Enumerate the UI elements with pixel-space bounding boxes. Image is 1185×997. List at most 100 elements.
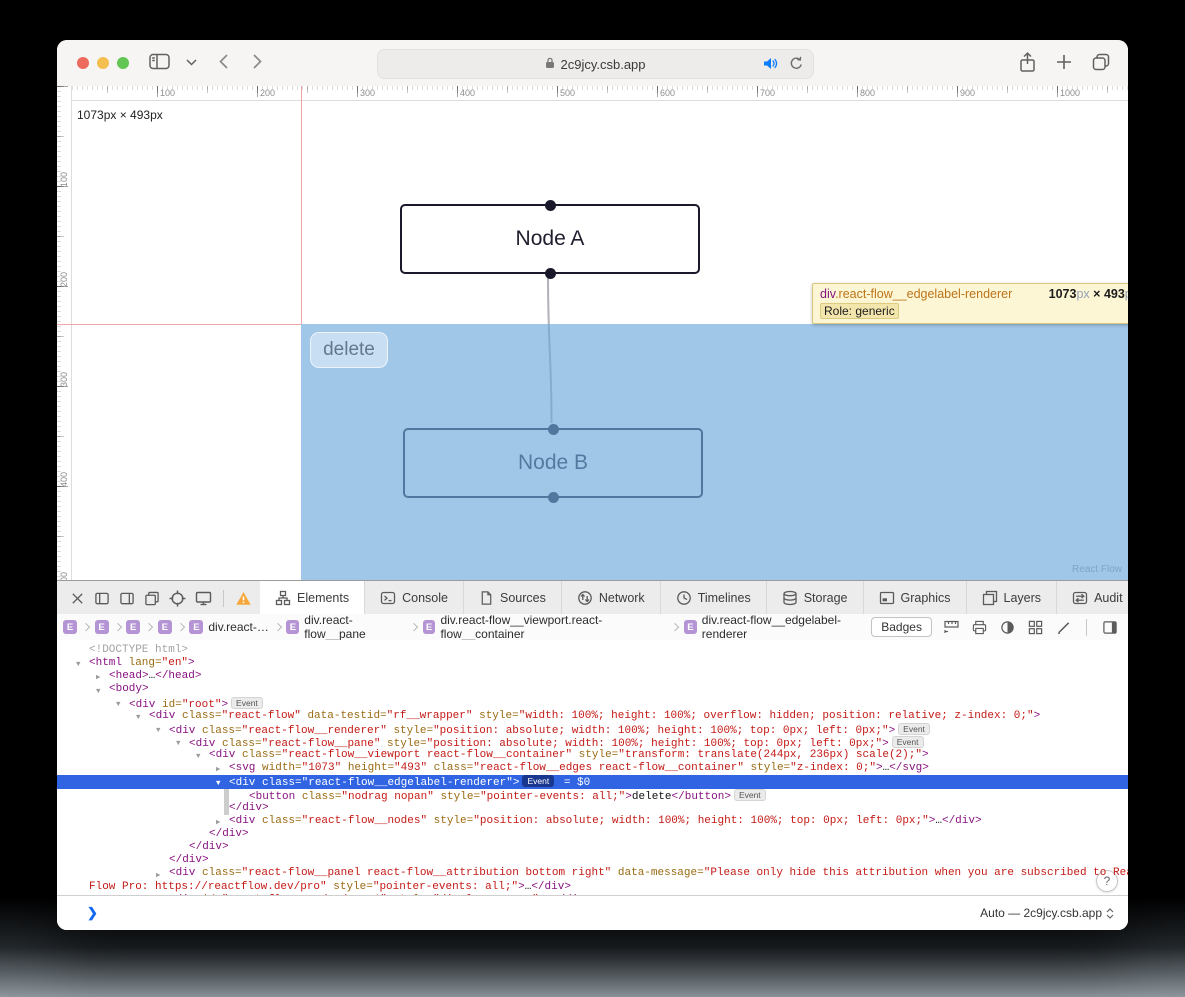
dom-tree-row[interactable]: ▼<div id="root">Event	[57, 697, 1128, 710]
element-picker-icon[interactable]	[169, 590, 186, 607]
reload-icon[interactable]	[789, 56, 804, 74]
breadcrumb-label: div.react-flow__viewport.react-flow__con…	[440, 613, 666, 641]
delete-edge-button[interactable]: delete	[310, 332, 388, 368]
breadcrumb-item[interactable]: E	[63, 620, 77, 634]
dom-tree-row[interactable]: </div>	[57, 828, 1128, 841]
code-segment: style=	[744, 762, 790, 774]
code-segment: >	[1034, 710, 1041, 722]
grid-icon[interactable]	[1028, 620, 1043, 635]
dom-tree-row[interactable]: ▼<div class="react-flow__pane" style="po…	[57, 736, 1128, 749]
breadcrumb-item[interactable]: Ediv.react-flow__edgelabel-renderer	[684, 613, 871, 641]
share-icon[interactable]	[1019, 52, 1036, 73]
tab-console[interactable]: Console	[365, 581, 464, 615]
audio-playing-icon[interactable]	[763, 57, 779, 73]
tab-graphics[interactable]: Graphics	[864, 581, 967, 615]
dock-bottom-icon[interactable]	[119, 591, 135, 606]
code-segment: <div	[169, 867, 202, 879]
tab-storage[interactable]: Storage	[767, 581, 864, 615]
tooltip-unit: px	[1076, 287, 1089, 301]
separate-window-icon[interactable]	[144, 591, 160, 606]
dom-tree-row[interactable]: ▼<div class="react-flow__renderer" style…	[57, 723, 1128, 736]
breadcrumb-label: div.react-flow__pane	[304, 613, 405, 641]
breadcrumb-item[interactable]: Ediv.react-flow__pane	[286, 613, 405, 641]
dom-tree-row[interactable]: </div>	[57, 802, 1128, 815]
code-segment: class=	[182, 710, 222, 722]
tab-sources[interactable]: Sources	[464, 581, 562, 615]
dom-tree-row[interactable]: ▼<html lang="en">	[57, 657, 1128, 670]
code-segment: data-testid=	[301, 710, 387, 722]
back-button[interactable]	[219, 54, 228, 69]
ruler-label: 1000	[1060, 88, 1080, 98]
ruler-label: 200	[260, 88, 275, 98]
contrast-icon[interactable]	[1000, 620, 1015, 635]
tooltip-tag: div	[820, 287, 835, 301]
code-segment: class=	[427, 762, 473, 774]
breadcrumb-item[interactable]: E	[158, 620, 172, 634]
tab-elements[interactable]: Elements	[260, 581, 365, 615]
node-a-source-handle[interactable]	[545, 268, 556, 279]
address-bar[interactable]: 2c9jcy.csb.app	[377, 49, 814, 79]
minimize-window-button[interactable]	[97, 57, 109, 69]
dom-tree-row[interactable]: ▶<head>…</head>	[57, 670, 1128, 683]
code-segment: "position: absolute; width: 100%; height…	[473, 815, 928, 827]
dom-tree-row[interactable]: ▶<svg width="1073" height="493" class="r…	[57, 762, 1128, 775]
code-segment: "react-flow"	[222, 710, 301, 722]
sidebar-toggle-icon[interactable]	[149, 53, 170, 70]
timelines-icon	[676, 590, 692, 606]
warning-icon[interactable]	[235, 591, 252, 606]
dom-tree-row[interactable]: ▶<div class="react-flow__panel react-flo…	[57, 867, 1128, 880]
flow-node-a[interactable]: Node A	[400, 204, 700, 274]
code-segment: Flow Pro: https://reactflow.dev/pro"	[89, 881, 327, 893]
dom-tree-row[interactable]: <!DOCTYPE html>	[57, 644, 1128, 657]
dom-tree-row[interactable]: <button class="nodrag nopan" style="poin…	[57, 789, 1128, 802]
forward-button[interactable]	[253, 54, 262, 69]
node-a-target-handle[interactable]	[545, 200, 556, 211]
console-icon	[380, 590, 396, 606]
dom-tree-row[interactable]: </div>	[57, 854, 1128, 867]
device-settings-icon[interactable]	[195, 590, 212, 606]
dom-tree-row[interactable]: ▼<div class="react-flow__edgelabel-rende…	[57, 775, 1128, 788]
element-badge: E	[126, 620, 140, 634]
rulers-icon[interactable]	[944, 620, 959, 634]
dom-tree-row[interactable]: ▶<div class="react-flow__nodes" style="p…	[57, 815, 1128, 828]
details-sidebar-toggle-icon[interactable]	[1102, 620, 1118, 635]
dom-tree-row[interactable]: ▼<body>	[57, 683, 1128, 696]
console-prompt-icon[interactable]: ❯	[87, 905, 98, 921]
edit-icon[interactable]	[1056, 620, 1071, 635]
ruler-label: 400	[59, 465, 69, 487]
code-segment: >	[922, 749, 929, 761]
close-inspector-icon[interactable]	[70, 591, 85, 606]
tab-layers[interactable]: Layers	[967, 581, 1058, 615]
tab-network[interactable]: Network	[562, 581, 661, 615]
new-tab-icon[interactable]	[1056, 54, 1072, 70]
layers-icon	[982, 590, 998, 606]
chevron-right-icon	[410, 623, 418, 631]
code-segment: </head>	[155, 670, 201, 682]
node-a-label: Node A	[516, 227, 585, 251]
tab-audit[interactable]: Audit	[1057, 581, 1128, 615]
print-icon[interactable]	[972, 620, 987, 635]
code-segment: lang=	[129, 657, 162, 669]
badges-button[interactable]: Badges	[871, 617, 932, 637]
dock-side-icon[interactable]	[94, 591, 110, 606]
code-segment: <svg	[229, 762, 262, 774]
execution-context-label: Auto — 2c9jcy.csb.app	[980, 906, 1102, 920]
inspector-guide-vertical	[301, 86, 302, 324]
breadcrumb-item[interactable]: E	[126, 620, 140, 634]
dom-tree-row[interactable]: ▼<div class="react-flow__viewport react-…	[57, 749, 1128, 762]
dom-tree-row[interactable]: Flow Pro: https://reactflow.dev/pro" sty…	[57, 881, 1128, 894]
execution-context-select[interactable]: Auto — 2c9jcy.csb.app	[980, 906, 1114, 920]
graphics-icon	[879, 590, 895, 606]
zoom-window-button[interactable]	[117, 57, 129, 69]
breadcrumb-item[interactable]: Ediv.react-flow__viewport.react-flow__co…	[423, 613, 667, 641]
tab-timelines[interactable]: Timelines	[661, 581, 767, 615]
sources-icon	[479, 590, 494, 606]
close-window-button[interactable]	[77, 57, 89, 69]
breadcrumb-item[interactable]: E	[95, 620, 109, 634]
breadcrumb-item[interactable]: Ediv.react-…	[189, 620, 268, 634]
ruler-label: 800	[860, 88, 875, 98]
dom-tree-row[interactable]: </div>	[57, 841, 1128, 854]
dom-tree-row[interactable]: ▼<div class="react-flow" data-testid="rf…	[57, 710, 1128, 723]
tab-overview-icon[interactable]	[1092, 53, 1110, 71]
chevron-down-icon[interactable]	[186, 59, 197, 66]
